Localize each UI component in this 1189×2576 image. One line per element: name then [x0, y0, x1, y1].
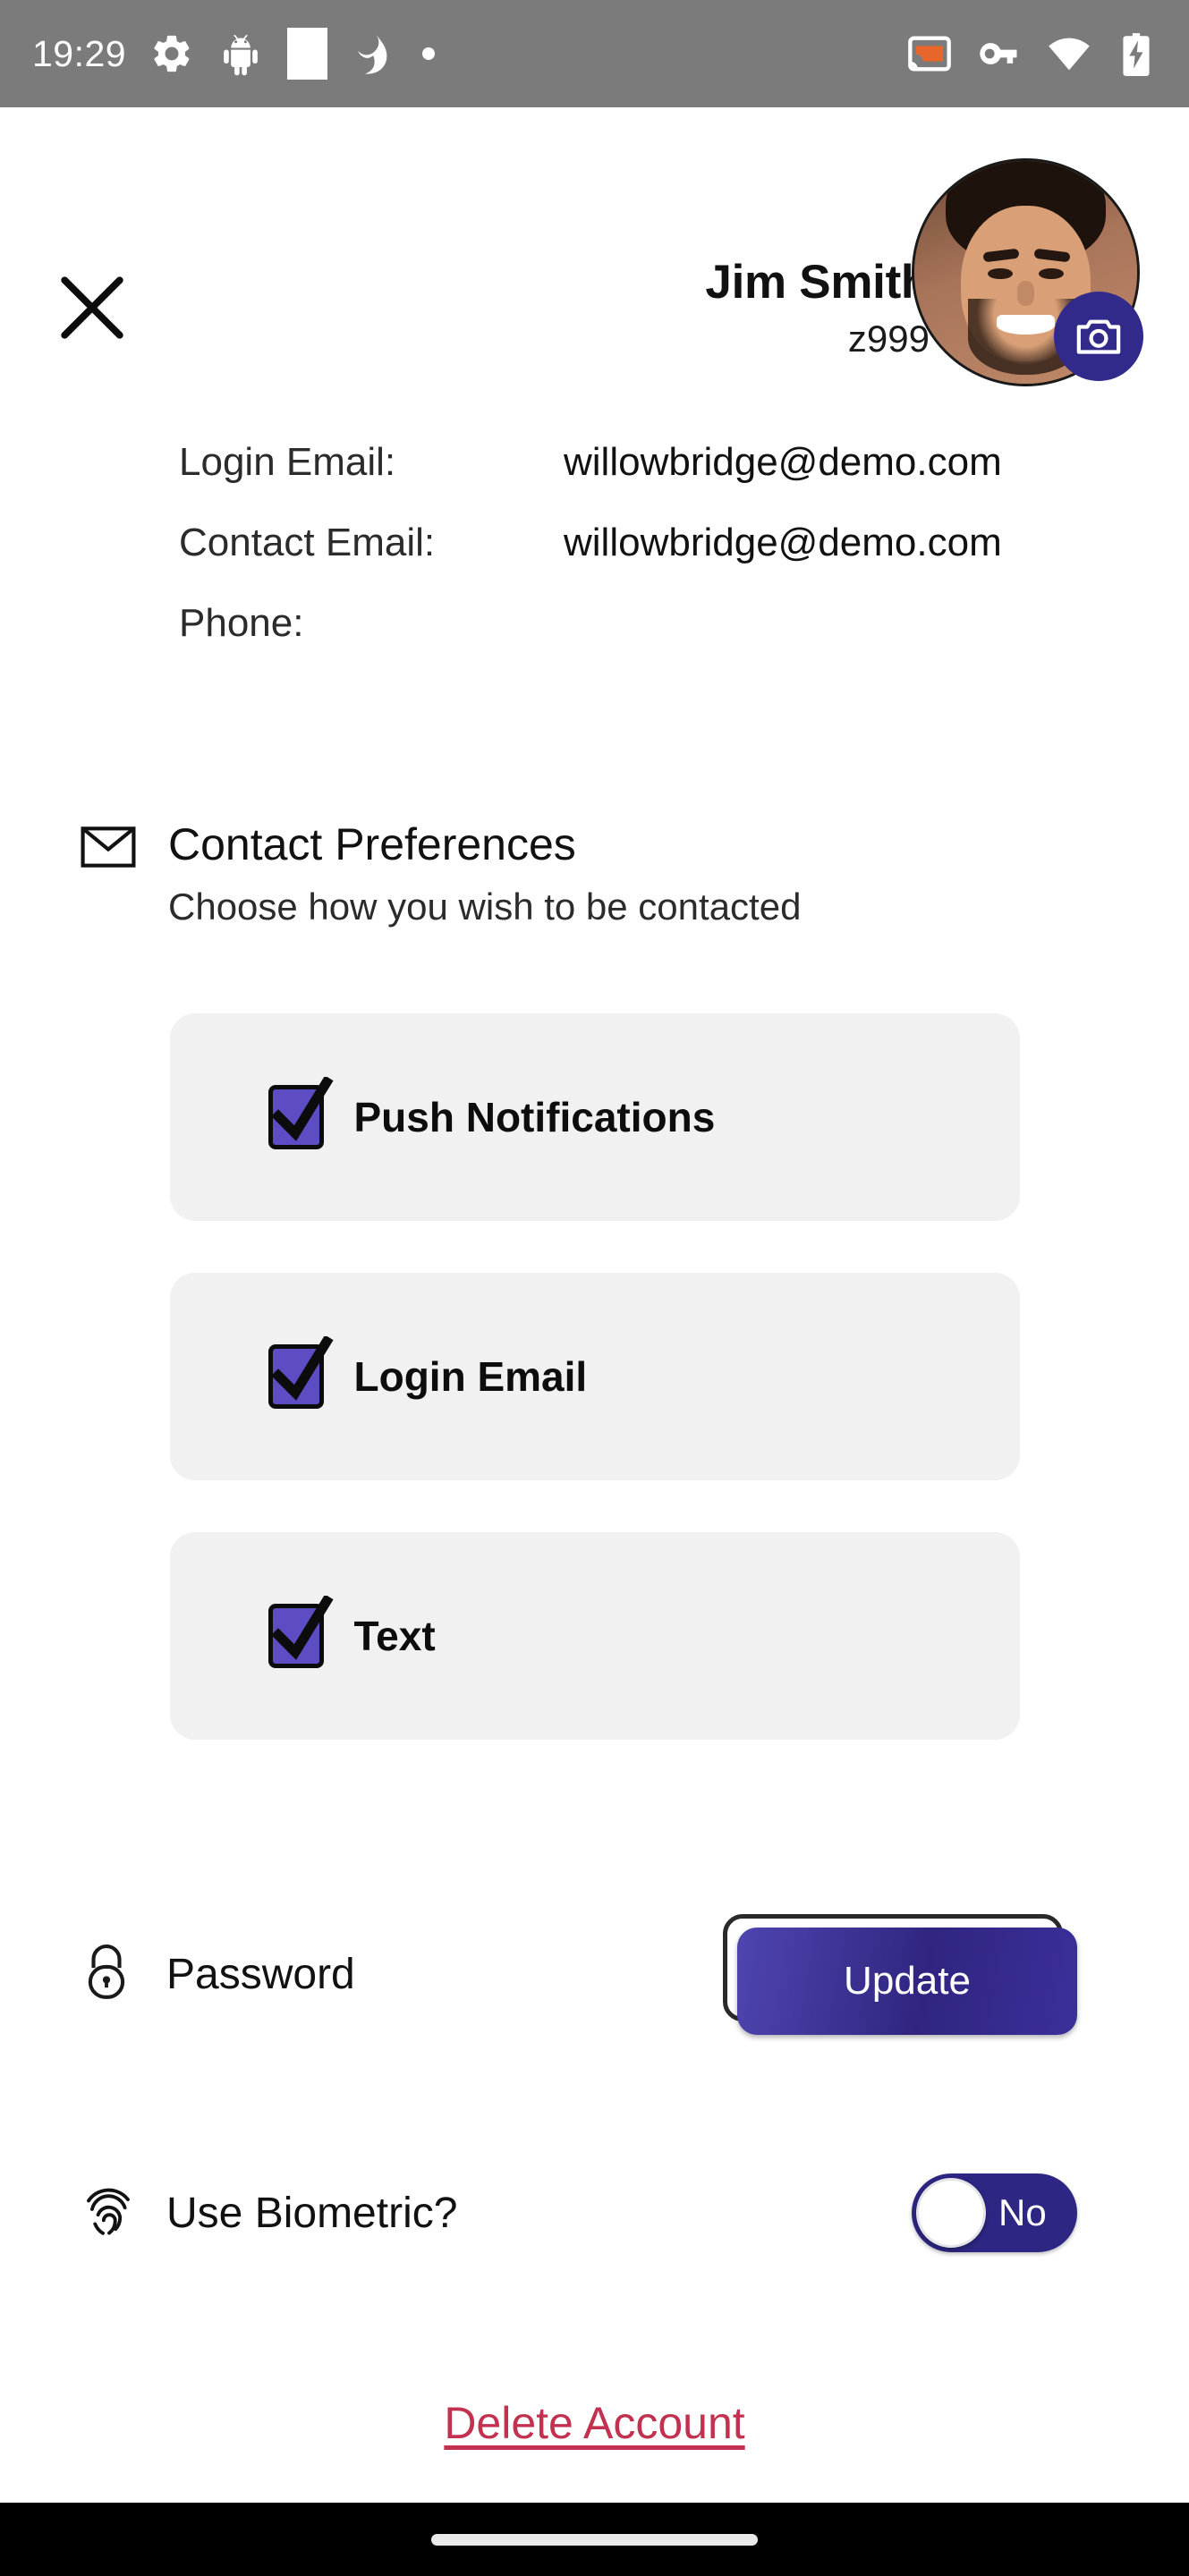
status-time: 19:29 [32, 32, 127, 74]
biometric-label: Use Biometric? [166, 2189, 458, 2237]
section-subtitle: Choose how you wish to be contacted [168, 886, 802, 928]
toggle-value-label: No [998, 2191, 1047, 2233]
android-bug-icon [217, 30, 264, 77]
delete-account-section: Delete Account [0, 2397, 1189, 2449]
info-label: Login Email: [179, 440, 396, 484]
password-label: Password [166, 1951, 355, 1998]
info-row: Login Email: willowbridge@demo.com [0, 440, 1189, 521]
password-row: Password Update [0, 1914, 1189, 2035]
info-row: Contact Email: willowbridge@demo.com [0, 521, 1189, 601]
preference-label: Push Notifications [353, 1094, 716, 1140]
section-titles: Contact Preferences Choose how you wish … [168, 818, 801, 928]
update-password-control: Update [723, 1914, 1077, 2035]
avatar-container [912, 158, 1143, 386]
header-identity: Jim Smith z999 [705, 255, 930, 363]
dot-icon [422, 47, 436, 60]
contact-preferences-section: Contact Preferences Choose how you wish … [0, 818, 1189, 928]
biometric-toggle[interactable]: No [912, 2174, 1077, 2252]
checkbox-checked-icon[interactable] [268, 1336, 334, 1409]
checkbox-checked-icon[interactable] [268, 1596, 334, 1668]
fingerprint-icon [81, 2180, 141, 2247]
info-value: willowbridge@demo.com [564, 440, 1002, 484]
status-bar: 19:29 [0, 0, 1189, 107]
lock-icon [81, 1941, 141, 2008]
user-name: Jim Smith [705, 256, 930, 309]
vpn-key-icon [976, 30, 1023, 77]
checkbox-checked-icon[interactable] [268, 1077, 334, 1149]
delete-account-link[interactable]: Delete Account [444, 2397, 744, 2449]
square-icon [287, 28, 328, 80]
gesture-pill[interactable] [431, 2533, 758, 2546]
preference-option-login-email[interactable]: Login Email [169, 1273, 1020, 1480]
preference-option-text[interactable]: Text [169, 1532, 1020, 1740]
preference-options-list: Push Notifications Login Email Text [0, 1013, 1189, 1792]
spiral-logo-icon [351, 30, 399, 78]
info-row: Phone: [0, 601, 1189, 682]
gear-icon [149, 31, 194, 76]
section-header: Contact Preferences Choose how you wish … [0, 818, 1189, 928]
update-password-button[interactable]: Update [737, 1928, 1077, 2035]
envelope-icon [81, 826, 141, 873]
preference-option-push-notifications[interactable]: Push Notifications [169, 1013, 1020, 1221]
system-navigation-bar [0, 2503, 1189, 2576]
wifi-icon [1046, 30, 1092, 77]
cast-icon [906, 30, 953, 77]
preference-label: Text [353, 1613, 436, 1659]
battery-charging-icon [1116, 31, 1157, 76]
info-label: Phone: [179, 601, 304, 645]
biometric-row: Use Biometric? No [0, 2174, 1189, 2252]
page-header: Jim Smith z999 [0, 107, 1189, 420]
status-bar-left: 19:29 [32, 28, 436, 80]
preference-label: Login Email [353, 1353, 588, 1400]
avatar-eye-right [1039, 267, 1064, 279]
close-icon[interactable] [55, 271, 129, 344]
camera-icon[interactable] [1054, 292, 1143, 381]
section-title: Contact Preferences [168, 819, 576, 869]
app-screen: 19:29 Login Email: willowbridge@demo.com… [0, 0, 1189, 2576]
info-label: Contact Email: [179, 521, 436, 564]
user-id: z999 [847, 317, 930, 360]
status-bar-right [906, 30, 1157, 77]
account-info-list: Login Email: willowbridge@demo.com Conta… [0, 440, 1189, 682]
avatar-eye-left [988, 267, 1013, 279]
toggle-knob [916, 2178, 986, 2248]
info-value: willowbridge@demo.com [564, 521, 1002, 564]
